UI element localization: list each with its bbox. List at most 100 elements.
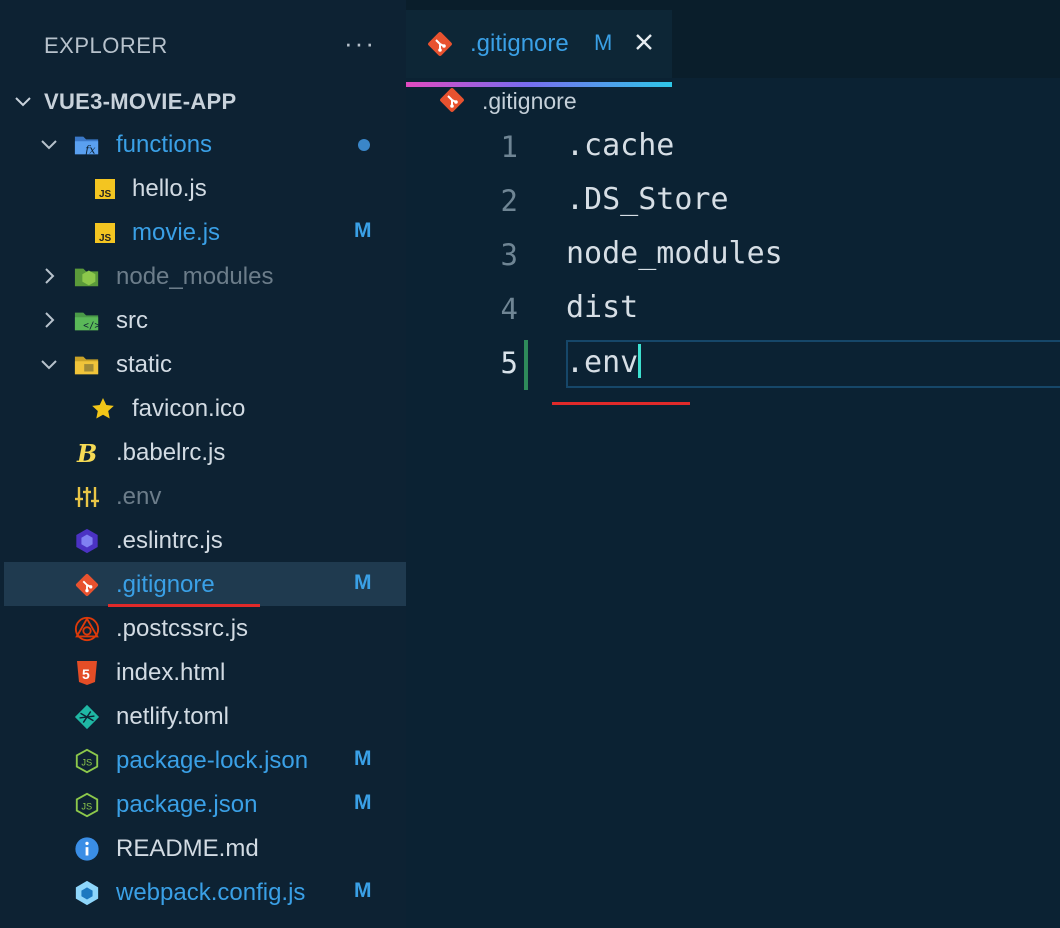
- tree-file-postcssrc[interactable]: .postcssrc.js: [4, 606, 406, 650]
- tree-file-env[interactable]: .env: [4, 474, 406, 518]
- line-number: 1: [500, 130, 518, 164]
- tree-file-movie-js[interactable]: JS movie.js M: [4, 210, 406, 254]
- chevron-down-icon: [15, 97, 31, 107]
- git-icon: [74, 572, 100, 598]
- svg-text:B: B: [76, 440, 97, 466]
- svg-text:JS: JS: [81, 802, 92, 812]
- line-text: node_modules: [566, 236, 783, 271]
- close-icon[interactable]: [632, 30, 656, 54]
- tree-item-label: package-lock.json: [116, 747, 309, 774]
- tree-file-babelrc[interactable]: B .babelrc.js: [4, 430, 406, 474]
- project-root[interactable]: VUE3-MOVIE-APP: [0, 82, 406, 120]
- nodejs-icon: JS: [74, 792, 100, 818]
- tree-file-netlify[interactable]: netlify.toml: [4, 694, 406, 738]
- tree-item-label: node_modules: [116, 263, 274, 290]
- tree-item-label: src: [116, 307, 148, 334]
- code-line[interactable]: 2 .DS_Store: [406, 176, 1060, 230]
- babel-icon: B: [74, 440, 100, 466]
- modified-badge: M: [354, 791, 372, 814]
- tree-file-hello-js[interactable]: JS hello.js: [4, 166, 406, 210]
- tree-file-readme[interactable]: README.md: [4, 826, 406, 870]
- tree-item-label: README.md: [116, 835, 259, 862]
- line-text: .env: [566, 345, 639, 380]
- tree-file-webpack[interactable]: webpack.config.js M: [4, 870, 406, 914]
- tree-file-index-html[interactable]: 5 index.html: [4, 650, 406, 694]
- explorer-title: EXPLORER: [44, 33, 168, 58]
- chevron-right-icon: [45, 268, 55, 284]
- line-number: 5: [500, 346, 518, 380]
- line-number: 3: [500, 238, 518, 272]
- tab-bar: .gitignore M: [406, 0, 1060, 87]
- js-file-icon: JS: [92, 176, 118, 202]
- svg-text:5: 5: [82, 666, 90, 682]
- tree-file-eslintrc[interactable]: .eslintrc.js: [4, 518, 406, 562]
- tree-item-label: hello.js: [132, 175, 207, 202]
- node-folder-icon: [74, 264, 100, 290]
- netlify-icon: [74, 704, 100, 730]
- code-line[interactable]: 4 dist: [406, 284, 1060, 338]
- tab-label: .gitignore: [470, 30, 569, 57]
- tree-item-label: index.html: [116, 659, 226, 686]
- modified-badge: M: [354, 219, 372, 242]
- functions-folder-icon: fx: [74, 132, 100, 158]
- eslint-icon: [74, 528, 100, 554]
- modified-badge: M: [354, 747, 372, 770]
- chevron-down-icon: [41, 360, 57, 370]
- tree-item-label: netlify.toml: [116, 703, 229, 730]
- tree-item-label: package.json: [116, 791, 258, 818]
- tree-file-favicon[interactable]: favicon.ico: [4, 386, 406, 430]
- svg-text:</>: </>: [83, 320, 100, 331]
- line-number: 2: [500, 184, 518, 218]
- js-file-icon: JS: [92, 220, 118, 246]
- line-number: 4: [500, 292, 518, 326]
- chevron-down-icon: [41, 140, 57, 150]
- tree-folder-static[interactable]: static: [4, 342, 406, 386]
- src-folder-icon: </>: [74, 308, 100, 334]
- tree-item-label: favicon.ico: [132, 395, 246, 422]
- editor-pane: .gitignore M .gitignore 1 .cache 2 .DS_S…: [406, 0, 1060, 928]
- code-line[interactable]: 3 node_modules: [406, 230, 1060, 284]
- git-icon: [428, 32, 452, 56]
- tree-item-label: webpack.config.js: [116, 879, 306, 906]
- settings-sliders-icon: [74, 484, 100, 510]
- webpack-icon: [74, 880, 100, 906]
- nodejs-icon: JS: [74, 748, 100, 774]
- svg-text:JS: JS: [99, 189, 112, 200]
- breadcrumb-label: .gitignore: [482, 88, 577, 114]
- tree-file-package-lock[interactable]: JS package-lock.json M: [4, 738, 406, 782]
- tab-modified-badge: M: [594, 30, 613, 55]
- text-cursor: [638, 344, 642, 378]
- svg-text:JS: JS: [99, 233, 112, 244]
- code-line-active[interactable]: 5 .env: [406, 338, 1060, 392]
- line-text-wrapper: .env: [566, 344, 642, 380]
- svg-text:JS: JS: [81, 758, 92, 768]
- tree-folder-src[interactable]: </> src: [4, 298, 406, 342]
- tree-folder-functions[interactable]: fx functions: [4, 122, 406, 166]
- chevron-right-icon: [45, 312, 55, 328]
- line-text: .DS_Store: [566, 182, 729, 217]
- tree-item-label: functions: [116, 131, 213, 158]
- modified-badge: M: [354, 879, 372, 902]
- line-text: dist: [566, 290, 639, 325]
- html5-icon: 5: [74, 660, 100, 686]
- line-text: .cache: [566, 128, 675, 163]
- tree-item-label: .env: [116, 483, 162, 510]
- postcss-icon: [74, 616, 100, 642]
- modified-dot: [358, 139, 370, 151]
- git-icon: [440, 88, 464, 112]
- project-name: VUE3-MOVIE-APP: [44, 89, 237, 114]
- red-underline-annotation: [552, 402, 690, 405]
- tree-file-gitignore[interactable]: .gitignore M: [4, 562, 406, 606]
- tree-file-package-json[interactable]: JS package.json M: [4, 782, 406, 826]
- code-line[interactable]: 1 .cache: [406, 122, 1060, 176]
- more-actions-icon[interactable]: ···: [344, 28, 376, 59]
- added-line-gutter-mark: [524, 340, 528, 390]
- explorer-sidebar: EXPLORER ··· VUE3-MOVIE-APP fx functions…: [0, 0, 406, 928]
- tab-gitignore[interactable]: .gitignore M: [406, 10, 672, 87]
- tree-item-label: .babelrc.js: [116, 439, 226, 466]
- tree-folder-node-modules[interactable]: node_modules: [4, 254, 406, 298]
- tree-item-label: movie.js: [132, 219, 221, 246]
- star-icon: [90, 396, 116, 422]
- info-icon: [74, 836, 100, 862]
- static-folder-icon: [74, 352, 100, 378]
